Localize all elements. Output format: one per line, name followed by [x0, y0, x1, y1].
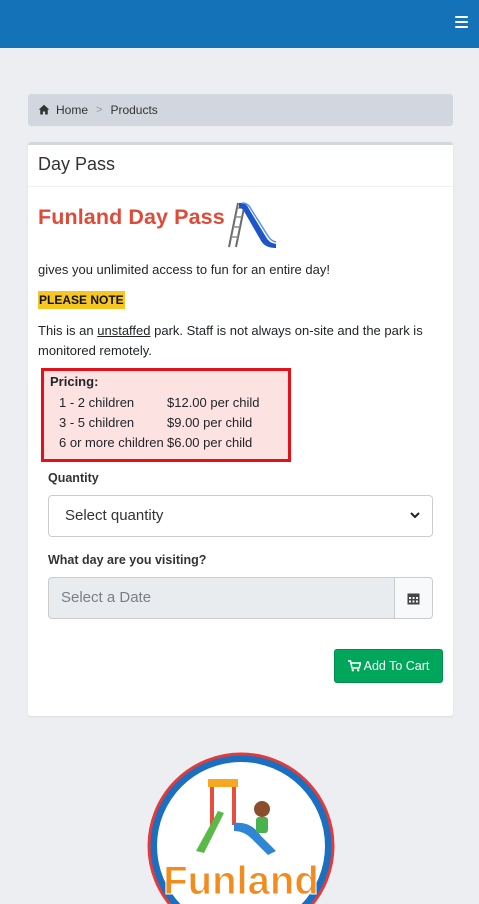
product-description: gives you unlimited access to fun for an… [38, 262, 330, 277]
calendar-icon [407, 593, 420, 604]
breadcrumb: Home > Products [28, 94, 453, 126]
breadcrumb-home-link[interactable]: Home [56, 103, 88, 117]
add-to-cart-button[interactable]: Add To Cart [334, 649, 443, 683]
top-navbar [0, 0, 479, 48]
breadcrumb-current: Products [110, 103, 158, 117]
pricing-row: 1 - 2 children $12.00 per child [50, 393, 282, 413]
quantity-label: Quantity [48, 471, 99, 485]
pricing-group: 1 - 2 children [59, 395, 135, 410]
slide-icon [228, 202, 277, 248]
product-title: Funland Day Pass [38, 205, 225, 229]
pricing-box: Pricing: 1 - 2 children $12.00 per child… [41, 368, 291, 462]
add-to-cart-label: Add To Cart [363, 659, 430, 673]
pricing-group: 3 - 5 children [59, 415, 135, 430]
pricing-group: 6 or more children [59, 435, 164, 450]
pricing-price: $9.00 per child [167, 415, 253, 430]
card-title: Day Pass [28, 145, 453, 187]
shopping-cart-icon [347, 660, 361, 672]
chevron-down-icon [410, 512, 420, 519]
pricing-row: 6 or more children $6.00 per child [50, 433, 282, 453]
unstaffed-notice: This is an unstaffed park. Staff is not … [38, 321, 438, 361]
hamburger-icon[interactable] [455, 16, 468, 29]
home-icon [38, 104, 50, 115]
pricing-price: $6.00 per child [167, 435, 253, 450]
visit-date-input[interactable]: Select a Date [48, 577, 394, 619]
quantity-select[interactable]: Select quantity [48, 495, 433, 537]
funland-logo: Funland [147, 752, 335, 904]
breadcrumb-separator: > [96, 104, 103, 116]
pricing-title: Pricing: [50, 374, 99, 389]
calendar-button[interactable] [394, 577, 433, 619]
visit-date-label: What day are you visiting? [48, 553, 207, 567]
quantity-select-value: Select quantity [65, 507, 164, 524]
product-card: Day Pass Funland Day Pass gives you unli… [28, 142, 453, 716]
unstaffed-text-before: This is an [38, 323, 98, 338]
unstaffed-emphasis: unstaffed [97, 323, 151, 338]
pricing-row: 3 - 5 children $9.00 per child [50, 413, 282, 433]
svg-text:Funland: Funland [163, 859, 319, 903]
note-badge: PLEASE NOTE [38, 291, 125, 309]
pricing-price: $12.00 per child [167, 395, 260, 410]
